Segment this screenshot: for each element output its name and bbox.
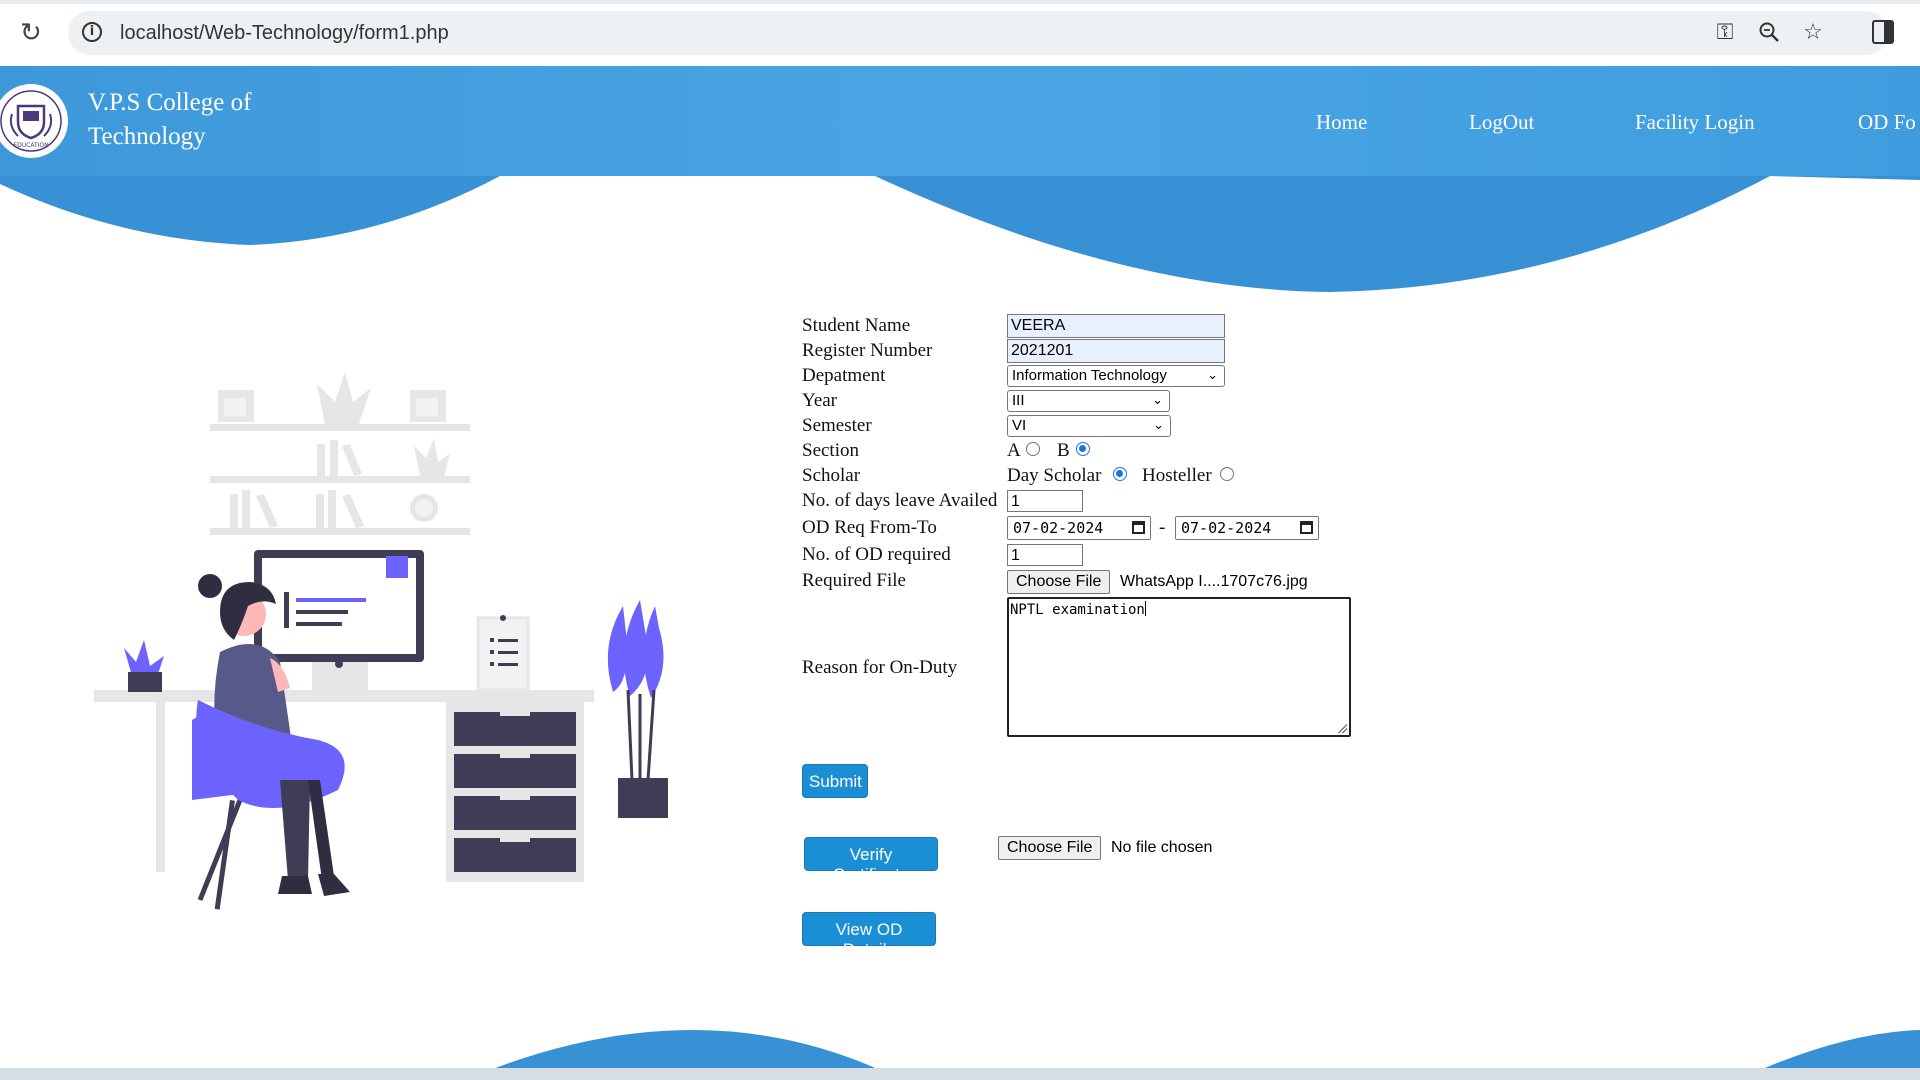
year-value: III xyxy=(1012,392,1025,409)
logo-text: EDUCATION xyxy=(13,142,48,149)
label-scholar: Scholar xyxy=(802,465,861,486)
label-required-file: Required File xyxy=(802,570,906,591)
label-section: Section xyxy=(802,440,859,461)
submit-button[interactable]: Submit xyxy=(802,764,868,798)
label-od-required: No. of OD required xyxy=(802,544,951,565)
view-od-details-button[interactable]: View OD Details xyxy=(802,912,936,959)
day-scholar-radio[interactable] xyxy=(1113,467,1127,481)
section-b-radio[interactable] xyxy=(1076,442,1090,456)
section-a-radio[interactable] xyxy=(1026,442,1040,456)
calendar-icon[interactable] xyxy=(1132,521,1145,534)
verify-choose-file-button[interactable]: Choose File xyxy=(998,836,1102,860)
work-desk-illustration xyxy=(94,372,668,910)
date-separator: - xyxy=(1159,517,1166,538)
label-year: Year xyxy=(802,390,838,411)
college-logo: EDUCATION xyxy=(0,84,68,158)
browser-toolbar: ↻ i localhost/Web-Technology/form1.php ⚿… xyxy=(0,0,1920,66)
label-semester: Semester xyxy=(802,415,872,436)
department-value: Information Technology xyxy=(1012,367,1167,384)
nav-home[interactable]: Home xyxy=(1316,109,1367,135)
college-name: V.P.S College of Technology xyxy=(88,86,348,154)
od-from-value: 07-02-2024 xyxy=(1013,519,1104,537)
side-panel-icon[interactable] xyxy=(1872,20,1894,44)
section-b-label: B xyxy=(1057,440,1070,461)
semester-value: VI xyxy=(1012,417,1027,434)
bottom-strip xyxy=(0,1068,1920,1080)
address-bar[interactable]: i localhost/Web-Technology/form1.php ⚿ ☆ xyxy=(68,11,1888,55)
footer-wave xyxy=(490,1030,1920,1070)
nav-logout[interactable]: LogOut xyxy=(1469,109,1534,135)
label-od-from-to: OD Req From-To xyxy=(802,517,937,538)
verify-certificate-button[interactable]: Verify Certificate xyxy=(804,837,938,884)
student-name-input[interactable]: VEERA xyxy=(1007,314,1225,338)
days-leave-input[interactable]: 1 xyxy=(1007,490,1083,512)
verify-file-status: No file chosen xyxy=(1111,839,1213,856)
chevron-down-icon: ⌄ xyxy=(1153,418,1164,433)
od-to-value: 07-02-2024 xyxy=(1181,519,1272,537)
college-name-line2: Technology xyxy=(88,123,206,150)
calendar-icon[interactable] xyxy=(1300,521,1313,534)
label-department: Depatment xyxy=(802,365,886,386)
od-to-date[interactable]: 07-02-2024 xyxy=(1175,516,1319,540)
site-info-icon[interactable]: i xyxy=(82,22,102,42)
url-text[interactable]: localhost/Web-Technology/form1.php xyxy=(120,21,449,45)
bookmark-star-icon[interactable]: ☆ xyxy=(1800,20,1826,46)
label-reason: Reason for On-Duty xyxy=(802,657,958,678)
reason-text: NPTL examination xyxy=(1010,602,1145,618)
reload-icon[interactable]: ↻ xyxy=(20,20,46,46)
section-a-label: A xyxy=(1007,440,1021,461)
site-header: EDUCATION V.P.S College of Technology Ho… xyxy=(0,66,1920,176)
required-file-name: WhatsApp I....1707c76.jpg xyxy=(1120,573,1308,590)
semester-select[interactable]: VI ⌄ xyxy=(1007,415,1171,437)
password-key-icon[interactable]: ⚿ xyxy=(1712,20,1738,46)
label-days-leave: No. of days leave Availed xyxy=(802,490,998,511)
day-scholar-label: Day Scholar xyxy=(1007,465,1102,486)
zoom-icon[interactable] xyxy=(1756,20,1782,46)
od-required-input[interactable]: 1 xyxy=(1007,544,1083,566)
required-file-choose-button[interactable]: Choose File xyxy=(1007,570,1111,594)
chevron-down-icon: ⌄ xyxy=(1207,368,1218,383)
header-wave xyxy=(0,176,1920,292)
reason-textarea[interactable]: NPTL examination xyxy=(1007,597,1351,737)
hosteller-radio[interactable] xyxy=(1220,467,1234,481)
hosteller-label: Hosteller xyxy=(1142,465,1212,486)
resize-grip-icon[interactable] xyxy=(1337,723,1347,733)
year-select[interactable]: III ⌄ xyxy=(1007,390,1170,412)
college-name-line1: V.P.S College of xyxy=(88,89,252,116)
od-from-date[interactable]: 07-02-2024 xyxy=(1007,516,1151,540)
nav-od-form[interactable]: OD Fo xyxy=(1858,109,1916,135)
tab-strip-edge xyxy=(0,0,1920,4)
label-register-number: Register Number xyxy=(802,340,933,361)
label-student-name: Student Name xyxy=(802,315,911,336)
department-select[interactable]: Information Technology ⌄ xyxy=(1007,365,1225,387)
nav-facility-login[interactable]: Facility Login xyxy=(1635,109,1755,135)
text-cursor xyxy=(1144,601,1146,616)
chevron-down-icon: ⌄ xyxy=(1152,393,1163,408)
register-number-input[interactable]: 2021201 xyxy=(1007,339,1225,363)
